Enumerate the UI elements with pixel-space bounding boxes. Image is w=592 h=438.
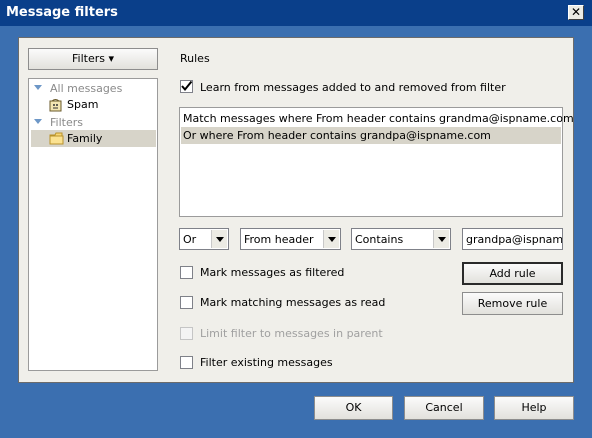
- folder-icon: [49, 132, 64, 145]
- tree-item-family[interactable]: Family: [67, 131, 102, 147]
- operator-value: Or: [183, 233, 197, 246]
- add-rule-button[interactable]: Add rule: [462, 262, 563, 285]
- match-value-text: grandpa@ispname.com: [466, 233, 563, 246]
- mark-read-label: Mark matching messages as read: [200, 296, 386, 309]
- filters-menu-button[interactable]: Filters ▾: [28, 48, 158, 70]
- header-field-select[interactable]: From header: [240, 228, 341, 250]
- limit-parent-label: Limit filter to messages in parent: [200, 327, 383, 340]
- rules-list[interactable]: Match messages where From header contain…: [179, 107, 574, 217]
- expand-arrow-icon[interactable]: [34, 85, 42, 90]
- match-type-select[interactable]: Contains: [351, 228, 451, 250]
- match-value-input[interactable]: grandpa@ispname.com: [462, 228, 563, 250]
- learn-checkbox[interactable]: [180, 80, 193, 93]
- mark-read-checkbox[interactable]: [180, 296, 193, 309]
- filters-tree[interactable]: All messages Spam Filters Family: [28, 78, 158, 371]
- message-filters-window: Message filters ✕ Filters ▾ All messages…: [0, 0, 592, 438]
- limit-parent-checkbox: [180, 327, 193, 340]
- learn-checkbox-label: Learn from messages added to and removed…: [200, 81, 506, 94]
- checkmark-icon: [181, 80, 193, 92]
- rule-row[interactable]: Match messages where From header contain…: [181, 110, 574, 127]
- mark-filtered-label: Mark messages as filtered: [200, 266, 345, 279]
- filter-existing-checkbox[interactable]: [180, 356, 193, 369]
- tree-item-filters-group[interactable]: Filters: [50, 115, 83, 131]
- chevron-down-icon[interactable]: [323, 230, 339, 248]
- rules-label: Rules: [180, 52, 210, 65]
- window-title: Message filters: [6, 5, 118, 20]
- tree-item-all-messages[interactable]: All messages: [50, 81, 122, 97]
- cancel-button[interactable]: Cancel: [404, 396, 484, 420]
- expand-arrow-icon[interactable]: [34, 119, 42, 124]
- close-button[interactable]: ✕: [568, 5, 584, 20]
- header-field-value: From header: [244, 233, 314, 246]
- title-bar[interactable]: Message filters ✕: [0, 0, 592, 26]
- chevron-down-icon[interactable]: [211, 230, 227, 248]
- tree-item-spam[interactable]: Spam: [67, 97, 98, 113]
- mark-filtered-checkbox[interactable]: [180, 266, 193, 279]
- ok-button[interactable]: OK: [314, 396, 393, 420]
- operator-select[interactable]: Or: [179, 228, 229, 250]
- filter-existing-label: Filter existing messages: [200, 356, 333, 369]
- match-type-value: Contains: [355, 233, 404, 246]
- rule-row-selected[interactable]: Or where From header contains grandpa@is…: [181, 127, 561, 144]
- remove-rule-button[interactable]: Remove rule: [462, 292, 563, 315]
- chevron-down-icon[interactable]: [433, 230, 449, 248]
- help-button[interactable]: Help: [494, 396, 574, 420]
- spam-icon: [49, 99, 62, 112]
